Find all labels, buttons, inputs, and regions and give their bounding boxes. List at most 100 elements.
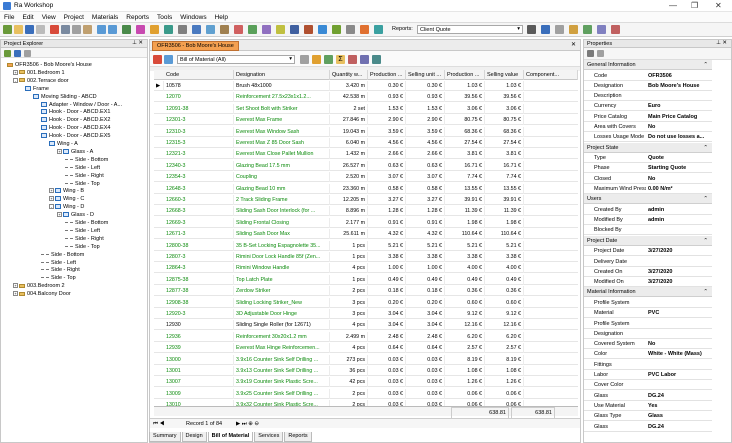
table-row[interactable]: 12671-3 Sliding Sash Door Max 25.611 m 4.32…: [154, 229, 578, 240]
table-cell[interactable]: Glazing Bead 10 mm: [234, 183, 330, 194]
table-cell[interactable]: 16.71 €: [485, 160, 524, 171]
property-row[interactable]: Glass DG.24: [584, 422, 712, 432]
table-row[interactable]: 12908-38 Sliding Locking Striker_New 3 pcs…: [154, 297, 578, 308]
table-row[interactable]: 12939 Everest Max Hinge Reinforcemen... 4 …: [154, 343, 578, 354]
table-cell[interactable]: 12.16 €: [445, 320, 485, 331]
table-cell[interactable]: 2.48 €: [368, 331, 406, 342]
table-row[interactable]: 13000 3.9x16 Counter Sink Self Drilling .…: [154, 354, 578, 365]
property-row[interactable]: Description: [584, 91, 712, 102]
expand-icon[interactable]: +: [49, 188, 54, 194]
table-cell[interactable]: 1.53 €: [368, 103, 406, 114]
table-cell[interactable]: 7.74 €: [445, 172, 485, 183]
menu-tools[interactable]: Tools: [157, 14, 172, 21]
table-cell[interactable]: 42.538 m: [330, 92, 368, 103]
tree-node[interactable]: Hook - Door - ABCD.EX5: [41, 133, 110, 140]
table-row[interactable]: 12930 Sliding Single Roller (for 12671) 4 …: [154, 320, 578, 331]
table-cell[interactable]: Glazing Bead 17.5 mm: [234, 160, 330, 171]
excel-icon[interactable]: [597, 25, 606, 34]
table-cell[interactable]: 11.39 €: [485, 206, 524, 217]
table-cell[interactable]: 12070: [164, 92, 234, 103]
property-value[interactable]: No: [648, 339, 710, 349]
property-value[interactable]: 3/27/2020: [648, 277, 710, 287]
table-cell[interactable]: 12301-3: [164, 115, 234, 126]
table-cell[interactable]: 0.58 €: [406, 183, 445, 194]
property-row[interactable]: Modified On 3/27/2020: [584, 277, 712, 288]
table-cell[interactable]: 2.57 €: [485, 343, 524, 354]
table-cell[interactable]: 3.59 €: [368, 126, 406, 137]
table-cell[interactable]: 3.04 €: [368, 320, 406, 331]
property-row[interactable]: Phase Starting Quote: [584, 163, 712, 174]
table-cell[interactable]: 39.56 €: [445, 92, 485, 103]
explorer-filter-icon[interactable]: [24, 50, 31, 57]
explorer-add-icon[interactable]: [4, 50, 11, 57]
table-cell[interactable]: 3.07 €: [368, 172, 406, 183]
table-cell[interactable]: 0.63 €: [368, 160, 406, 171]
property-row[interactable]: Use Material Yes: [584, 401, 712, 411]
property-value[interactable]: 3/27/2020: [648, 267, 710, 277]
table-cell[interactable]: Rimini Door Lock Handle 85f (Zen...: [234, 252, 330, 262]
property-row[interactable]: Designation: [584, 329, 712, 339]
table-cell[interactable]: 1.26 €: [485, 377, 524, 388]
table-cell[interactable]: 16.71 €: [445, 160, 485, 171]
table-cell[interactable]: 3D Adjustable Door Hinge: [234, 309, 330, 319]
table-cell[interactable]: 3 pcs: [330, 309, 368, 319]
table-cell[interactable]: 27.846 m: [330, 115, 368, 126]
table-cell[interactable]: 0.93 €: [406, 92, 445, 103]
print-icon[interactable]: [36, 25, 45, 34]
table-cell[interactable]: 13001: [164, 366, 234, 376]
table-cell[interactable]: 2 Track Sliding Frame: [234, 195, 330, 205]
table-cell[interactable]: 10578: [164, 81, 234, 91]
table-cell[interactable]: 4.56 €: [406, 138, 445, 148]
open-icon[interactable]: [14, 25, 23, 34]
property-value[interactable]: admin: [648, 215, 710, 225]
table-cell[interactable]: 0.03 €: [368, 366, 406, 376]
table-cell[interactable]: 12920-3: [164, 309, 234, 319]
column-header[interactable]: Production ...: [368, 70, 406, 80]
table-cell[interactable]: 2.90 €: [406, 115, 445, 126]
table-cell[interactable]: 36 pcs: [330, 366, 368, 376]
export-bom-icon[interactable]: [300, 55, 309, 64]
table-cell[interactable]: 0.30 €: [406, 81, 445, 91]
table-cell[interactable]: 3.38 €: [445, 252, 485, 262]
table-row[interactable]: 12648-3 Glazing Bead 10 mm 23.360 m 0.58 €0…: [154, 183, 578, 194]
table-cell[interactable]: 12936: [164, 331, 234, 342]
table-cell[interactable]: 12864-3: [164, 263, 234, 274]
table-cell[interactable]: 0.30 €: [368, 81, 406, 91]
tools-icon[interactable]: [346, 25, 355, 34]
columns-icon[interactable]: [372, 55, 381, 64]
table-cell[interactable]: 1 pcs: [330, 274, 368, 285]
menu-materials[interactable]: Materials: [92, 14, 118, 21]
column-header[interactable]: Component...: [524, 70, 578, 80]
save-icon[interactable]: [25, 25, 34, 34]
word-icon[interactable]: [611, 25, 620, 34]
property-row[interactable]: Type Quote: [584, 153, 712, 164]
table-cell[interactable]: 3.27 €: [406, 195, 445, 205]
table-cell[interactable]: 0.91 €: [368, 217, 406, 228]
table-cell[interactable]: 5.21 €: [485, 240, 524, 251]
tree-node[interactable]: +001.Bedroom 1: [13, 70, 65, 77]
property-row[interactable]: Covered System No: [584, 339, 712, 350]
property-value[interactable]: No: [648, 174, 710, 184]
column-header[interactable]: Production ...: [445, 70, 485, 80]
expand-icon[interactable]: +: [13, 69, 18, 75]
property-row[interactable]: Fittings: [584, 360, 712, 370]
expand-icon[interactable]: +: [57, 148, 62, 154]
table-cell[interactable]: 3 pcs: [330, 297, 368, 308]
tab-design[interactable]: Design: [181, 432, 207, 442]
table-cell[interactable]: 3.9x25 Counter Sink Self Drilling ...: [234, 388, 330, 399]
minimize-icon[interactable]: —: [669, 1, 677, 10]
table-row[interactable]: 13007 3.9x19 Counter Sink Plastic Scre...…: [154, 377, 578, 388]
property-value[interactable]: DG.24: [648, 422, 710, 432]
property-row[interactable]: Closed No: [584, 174, 712, 184]
menu-edit[interactable]: Edit: [22, 14, 33, 21]
table-cell[interactable]: 26.527 m: [330, 160, 368, 171]
tree-node[interactable]: Hook - Door - ABCD.EX2: [41, 117, 110, 124]
table-cell[interactable]: 5.21 €: [368, 240, 406, 251]
table-cell[interactable]: 0.63 €: [406, 160, 445, 171]
tab-summary[interactable]: Summary: [149, 432, 181, 442]
table-cell[interactable]: 0.49 €: [485, 274, 524, 285]
property-row[interactable]: Color White - White (Mass): [584, 349, 712, 360]
expand-icon[interactable]: +: [49, 196, 54, 202]
table-cell[interactable]: 3.04 €: [406, 309, 445, 319]
table-cell[interactable]: 13000: [164, 354, 234, 365]
